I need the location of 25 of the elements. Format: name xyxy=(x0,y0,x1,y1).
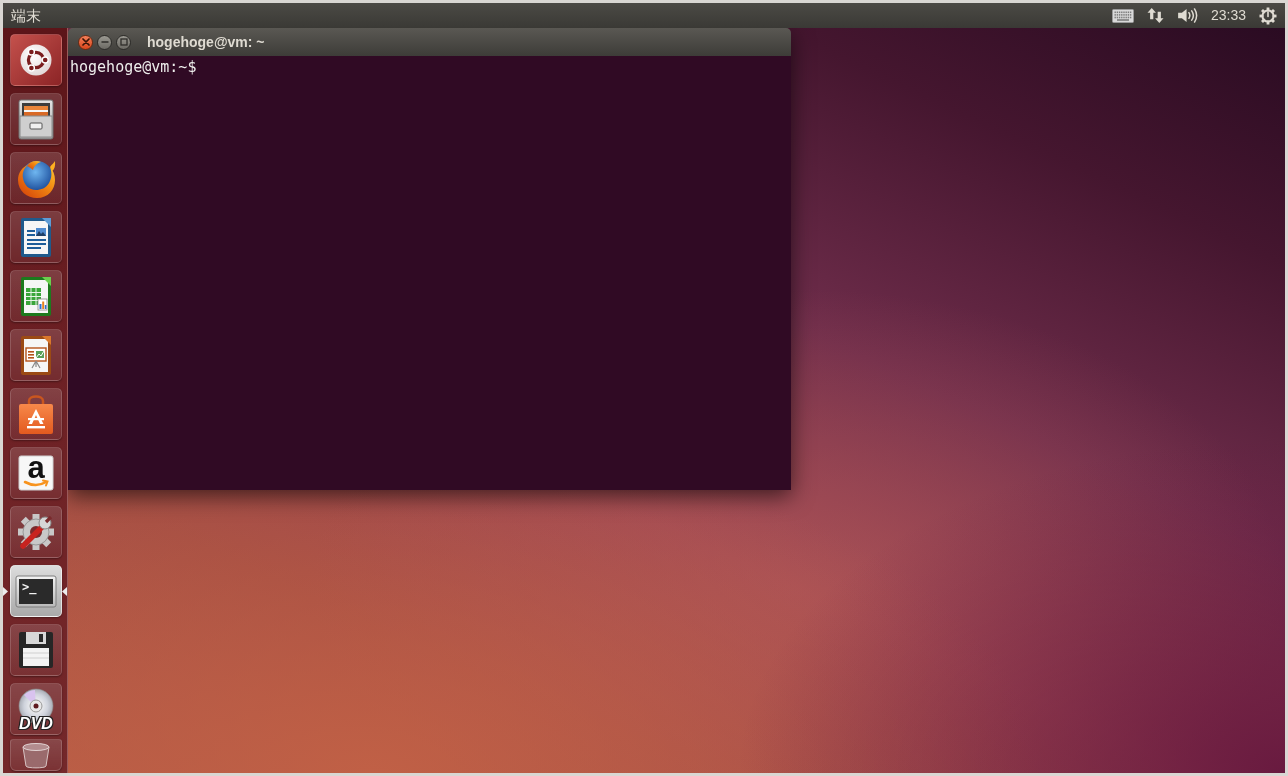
terminal-line: hogehoge@vm:~$ xyxy=(70,58,198,76)
maximize-button[interactable] xyxy=(116,34,131,50)
launcher-item[interactable] xyxy=(10,388,62,440)
close-icon xyxy=(81,38,90,46)
launcher-item[interactable] xyxy=(10,624,62,676)
launcher-item[interactable] xyxy=(10,270,62,322)
launcher-item[interactable] xyxy=(10,506,62,558)
launcher-item[interactable]: DVD xyxy=(10,683,62,735)
launcher-item[interactable] xyxy=(10,211,62,263)
gear-icon[interactable] xyxy=(1259,6,1277,25)
keyboard-icon[interactable] xyxy=(1111,8,1134,23)
launcher-item[interactable]: >_ xyxy=(10,565,62,617)
app-title: 端末 xyxy=(11,6,41,25)
up-down-arrows-icon[interactable] xyxy=(1146,7,1164,24)
window-title: hogehoge@vm: ~ xyxy=(147,34,265,50)
launcher-item[interactable] xyxy=(10,93,62,145)
launcher-item[interactable] xyxy=(10,329,62,381)
clock[interactable]: 23:33 xyxy=(1210,7,1246,24)
launcher-item[interactable] xyxy=(10,34,62,86)
volume-icon[interactable] xyxy=(1176,8,1198,23)
minimize-button[interactable] xyxy=(97,34,112,50)
maximize-icon xyxy=(119,38,128,46)
launcher-item[interactable]: a xyxy=(10,447,62,499)
minimize-icon xyxy=(100,38,109,46)
close-button[interactable] xyxy=(78,34,93,50)
